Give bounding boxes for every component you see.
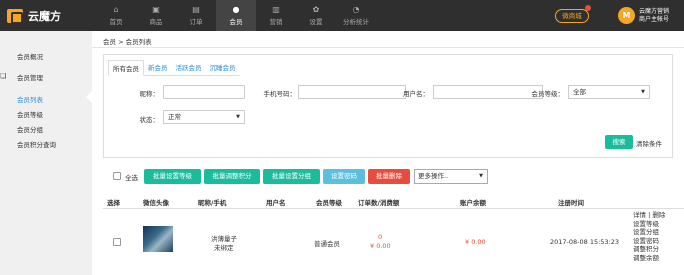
nav-members[interactable]: ● 会员: [216, 0, 256, 31]
clear-filters-link[interactable]: 清除条件: [636, 138, 662, 148]
main-nav: ⌂ 首页 ▣ 商品 ▤ 订单 ● 会员 ▥ 营销 ✿ 设置 ◔ 分析统计: [96, 0, 376, 31]
nav-label: 订单: [189, 18, 203, 26]
top-navbar: 云魔方 ⌂ 首页 ▣ 商品 ▤ 订单 ● 会员 ▥ 营销 ✿ 设置 ◔ 分析统计: [0, 0, 684, 31]
filter-panel: 所有会员 新会员 活跃会员 沉睡会员 昵称： 手机号码： 用户名： 会员等级： …: [103, 54, 673, 158]
status-select-value: 正常: [168, 113, 181, 121]
level-select[interactable]: 全部 ▼: [568, 85, 650, 99]
main-content: 会员 > 会员列表 所有会员 新会员 活跃会员 沉睡会员 昵称： 手机号码： 用…: [92, 31, 684, 275]
nav-stats[interactable]: ◔ 分析统计: [336, 0, 376, 31]
bulk-adjust-points-button[interactable]: 批量调整积分: [204, 169, 260, 184]
status-select[interactable]: 正常 ▼: [163, 110, 245, 124]
order-icon: ▤: [192, 5, 200, 14]
level-label: 会员等级：: [531, 90, 565, 98]
nickname-label: 昵称：: [139, 90, 160, 98]
breadcrumb: 会员 > 会员列表: [103, 38, 152, 46]
col-balance: 账户余额: [460, 199, 486, 207]
bulk-actions-bar: 全选 批量设置等级 批量调整积分 批量设置分组 设置密码 批量删除 更多操作..…: [92, 169, 684, 185]
stats-icon: ◔: [352, 5, 360, 14]
adjust-points-link[interactable]: 调整积分: [633, 245, 683, 254]
col-avatar: 微信头像: [143, 199, 169, 207]
tab-dormant-members[interactable]: 沉睡会员: [206, 60, 240, 76]
set-group-link[interactable]: 设置分组: [633, 228, 683, 237]
nickname-input[interactable]: [163, 85, 245, 99]
sidebar-item-member-list[interactable]: 会员列表: [17, 94, 43, 104]
member-icon: ●: [232, 5, 240, 14]
user-info[interactable]: 云魔方营销 商户主帐号: [639, 8, 669, 24]
nav-label: 商品: [149, 18, 163, 26]
member-group-icon: ❏: [0, 72, 7, 80]
marketing-icon: ▥: [272, 5, 280, 14]
nav-label: 分析统计: [343, 18, 369, 26]
member-level: 普通会员: [314, 240, 340, 248]
order-amount: ¥ 0.00: [370, 242, 391, 250]
table-header: 选择 微信头像 昵称/手机 用户名 会员等级 订单数/消费额 账户余额 注册时间: [103, 194, 684, 209]
nav-label: 营销: [269, 18, 283, 26]
home-icon: ⌂: [113, 5, 119, 14]
brand-logo[interactable]: 云魔方: [7, 8, 61, 24]
sidebar-item-member-groups[interactable]: 会员分组: [17, 124, 43, 134]
nav-settings[interactable]: ✿ 设置: [296, 0, 336, 31]
more-actions-value: 更多操作..: [418, 172, 449, 180]
col-register-time: 注册时间: [558, 199, 584, 207]
member-avatar: [143, 226, 173, 252]
notification-badge: [585, 5, 591, 11]
sidebar-group-member-management[interactable]: 会员管理: [17, 72, 43, 82]
set-level-link[interactable]: 设置等级: [633, 220, 683, 229]
user-name: 云魔方营销: [639, 8, 670, 15]
logo-icon: [7, 9, 23, 24]
account-balance: ¥ 0.00: [465, 238, 486, 246]
nav-label: 会员: [229, 18, 243, 26]
sidebar: 会员概况 ❏ 会员管理 会员列表 会员等级 会员分组 会员积分查询: [0, 31, 92, 275]
more-actions-select[interactable]: 更多操作.. ▼: [414, 169, 488, 184]
col-select: 选择: [107, 199, 120, 207]
tab-active-members[interactable]: 活跃会员: [172, 60, 206, 76]
nav-marketing[interactable]: ▥ 营销: [256, 0, 296, 31]
sidebar-item-overview[interactable]: 会员概况: [17, 51, 43, 61]
settings-icon: ✿: [312, 5, 320, 14]
status-label: 状态：: [139, 116, 160, 124]
bulk-set-level-button[interactable]: 批量设置等级: [144, 169, 201, 184]
phone-input[interactable]: [298, 85, 406, 99]
nav-label: 设置: [309, 18, 323, 26]
chevron-down-icon: ▼: [641, 89, 645, 95]
bulk-delete-button[interactable]: 批量删除: [368, 169, 410, 184]
col-orders: 订单数/消费额: [358, 199, 400, 207]
tab-new-members[interactable]: 新会员: [144, 60, 172, 76]
col-username: 用户名: [266, 199, 286, 207]
tab-all-members[interactable]: 所有会员: [108, 60, 144, 76]
adjust-balance-link[interactable]: 调整余额: [633, 254, 683, 263]
sidebar-item-points-query[interactable]: 会员积分查询: [17, 139, 56, 149]
nav-goods[interactable]: ▣ 商品: [136, 0, 176, 31]
goods-icon: ▣: [152, 5, 160, 14]
chevron-down-icon: ▼: [236, 114, 240, 120]
member-phone: 未绑定: [214, 244, 234, 252]
bulk-set-group-button[interactable]: 批量设置分组: [263, 169, 320, 184]
user-role: 商户主帐号: [639, 16, 670, 23]
level-select-value: 全部: [573, 88, 586, 96]
details-delete-links[interactable]: 详情 | 删除: [633, 211, 683, 220]
nav-label: 首页: [109, 18, 123, 26]
username-label: 用户名：: [403, 90, 429, 98]
set-password-button[interactable]: 设置密码: [323, 169, 365, 184]
table-row: 洪薄量子 未绑定 普通会员 0 ¥ 0.00 ¥ 0.00 2017-08-08…: [103, 209, 684, 275]
micro-shop-button[interactable]: 微商城: [555, 9, 589, 23]
phone-label: 手机号码：: [263, 90, 297, 98]
chevron-down-icon: ▼: [479, 173, 483, 179]
divider: [92, 47, 684, 48]
row-checkbox[interactable]: [113, 238, 121, 246]
col-nickname-phone: 昵称/手机: [198, 199, 227, 207]
avatar[interactable]: M: [618, 7, 635, 24]
col-level: 会员等级: [316, 199, 342, 207]
nav-home[interactable]: ⌂ 首页: [96, 0, 136, 31]
select-all-label: 全选: [125, 174, 138, 182]
nav-orders[interactable]: ▤ 订单: [176, 0, 216, 31]
member-tabs: 所有会员 新会员 活跃会员 沉睡会员: [108, 60, 240, 76]
order-count: 0: [378, 233, 383, 241]
row-operations: 详情 | 删除 设置等级 设置分组 设置密码 调整积分 调整余额: [633, 211, 683, 263]
brand-name: 云魔方: [28, 10, 61, 23]
register-time: 2017-08-08 15:53:23: [550, 238, 620, 246]
sidebar-item-member-levels[interactable]: 会员等级: [17, 109, 43, 119]
select-all-checkbox[interactable]: [113, 172, 121, 180]
search-button[interactable]: 搜索: [605, 135, 633, 149]
